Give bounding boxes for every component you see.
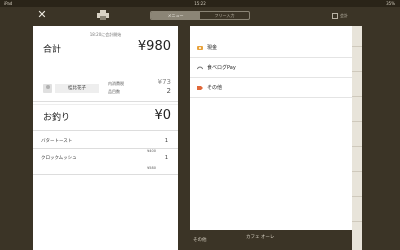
status-bar: iPad 15:22 35% [0,0,400,7]
payment-method-label: 食べログPay [207,65,236,71]
tax-value: ¥73 [157,78,171,86]
item-qty: 1 [164,138,168,144]
payment-method-tabelog-pay[interactable]: 食べログPay [190,58,353,78]
staff-avatar-icon [43,84,52,93]
divider [352,146,362,147]
mode-segmented-control: メニュー フリー入力 [150,11,250,20]
top-bar: ✕ メニュー フリー入力 会計 [0,7,400,23]
payment-method-cash[interactable]: 現金 [190,38,353,58]
bottom-category-label[interactable]: その他 [193,237,207,243]
checkout-label: 会計 [340,13,348,18]
payment-method-label: その他 [207,85,223,91]
item-count-label: 品目数 [108,89,120,94]
other-payment-icon [197,86,203,90]
tabelog-pay-icon [197,66,203,70]
clock: 15:22 [194,1,206,6]
divider [33,101,178,102]
divider [352,221,362,222]
divider [33,130,178,131]
payment-area: 現金 食べログPay その他 [190,26,360,250]
printer-icon[interactable] [97,10,109,20]
cash-icon [197,46,203,50]
divider [33,148,178,149]
divider [33,174,178,175]
change-amount: ¥0 [154,108,171,123]
divider [352,171,362,172]
item-count-value: 2 [166,87,171,95]
divider [352,46,362,47]
divider [352,196,362,197]
staff-selector[interactable]: 桂比花子 [55,84,99,93]
divider [352,71,362,72]
payment-method-other[interactable]: その他 [190,78,353,98]
change-label: お釣り [43,113,71,123]
item-qty: 1 [164,155,168,161]
tab-menu[interactable]: メニュー [151,12,200,19]
bottom-menu-label[interactable]: カフェ オーレ [246,234,274,240]
item-name: バタートースト [41,139,73,144]
side-scroll-strip [352,26,362,250]
item-price: ¥580 [147,166,156,170]
close-icon[interactable]: ✕ [36,7,48,23]
tab-free-input[interactable]: フリー入力 [200,12,249,19]
payment-method-label: 現金 [207,45,218,51]
grid-icon [332,12,338,19]
total-label: 合計 [43,45,62,55]
item-name: クロックムッシュ [41,156,77,161]
receipt-panel: 18:20に会計開始 合計 ¥980 桂比花子 内消費税 ¥73 品目数 2 お… [33,26,178,250]
total-amount: ¥980 [137,39,171,54]
bottom-labels: その他 カフェ オーレ [190,234,360,246]
checkout-start-time: 18:20に会計開始 [89,32,122,37]
divider [352,96,362,97]
divider [352,121,362,122]
payment-method-list: 現金 食べログPay その他 [190,26,353,230]
tax-label: 内消費税 [108,81,124,86]
divider [33,104,178,105]
checkout-button[interactable]: 会計 [332,11,348,20]
battery-label: 35% [386,1,395,6]
